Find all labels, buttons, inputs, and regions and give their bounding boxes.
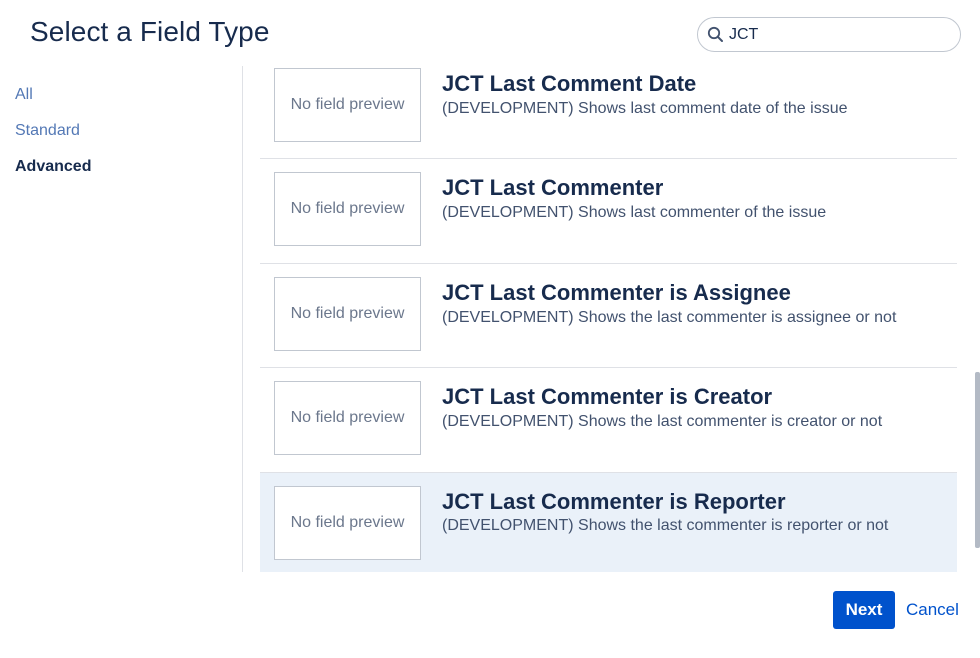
search-box[interactable]: [697, 17, 961, 52]
next-button[interactable]: Next: [833, 591, 895, 629]
field-preview: No field preview: [274, 485, 421, 560]
field-title: JCT Last Commenter: [442, 175, 664, 200]
field-title: JCT Last Comment Date: [442, 71, 697, 96]
field-description: (DEVELOPMENT) Shows the last commenter i…: [442, 413, 883, 430]
field-type-row[interactable]: No field preview JCT Last Commenter is C…: [260, 368, 957, 473]
field-title: JCT Last Commenter is Creator: [442, 384, 773, 409]
field-title: JCT Last Commenter is Reporter: [442, 488, 786, 514]
field-preview: No field preview: [274, 381, 421, 455]
field-preview: No field preview: [274, 276, 421, 351]
field-description: (DEVELOPMENT) Shows last comment date of…: [442, 100, 848, 117]
field-description: (DEVELOPMENT) Shows last commenter of th…: [442, 204, 827, 221]
nav-item-standard[interactable]: Standard: [15, 120, 91, 156]
field-preview: No field preview: [274, 172, 421, 246]
list-scrollbar[interactable]: [975, 372, 980, 548]
field-type-row[interactable]: No field preview JCT Last Commenter (DEV…: [260, 159, 957, 264]
nav-item-all[interactable]: All: [15, 84, 91, 120]
field-type-row[interactable]: No field preview JCT Last Comment Date (…: [260, 55, 957, 159]
field-description: (DEVELOPMENT) Shows the last commenter i…: [442, 308, 897, 326]
dialog-title: Select a Field Type: [30, 16, 270, 47]
field-type-list: No field preview JCT Last Comment Date (…: [260, 55, 957, 572]
field-type-row[interactable]: No field preview JCT Last Commenter is A…: [260, 264, 957, 368]
field-description: (DEVELOPMENT) Shows the last commenter i…: [442, 516, 889, 534]
field-preview: No field preview: [274, 68, 421, 142]
search-input[interactable]: [729, 25, 949, 44]
field-title: JCT Last Commenter is Assignee: [442, 279, 791, 305]
field-type-row-selected[interactable]: No field preview JCT Last Commenter is R…: [260, 472, 957, 572]
cancel-button[interactable]: Cancel: [906, 600, 959, 620]
panel-divider: [242, 66, 243, 572]
search-icon: [706, 26, 724, 44]
category-nav: All Standard Advanced: [15, 84, 91, 192]
nav-item-advanced[interactable]: Advanced: [15, 156, 91, 192]
